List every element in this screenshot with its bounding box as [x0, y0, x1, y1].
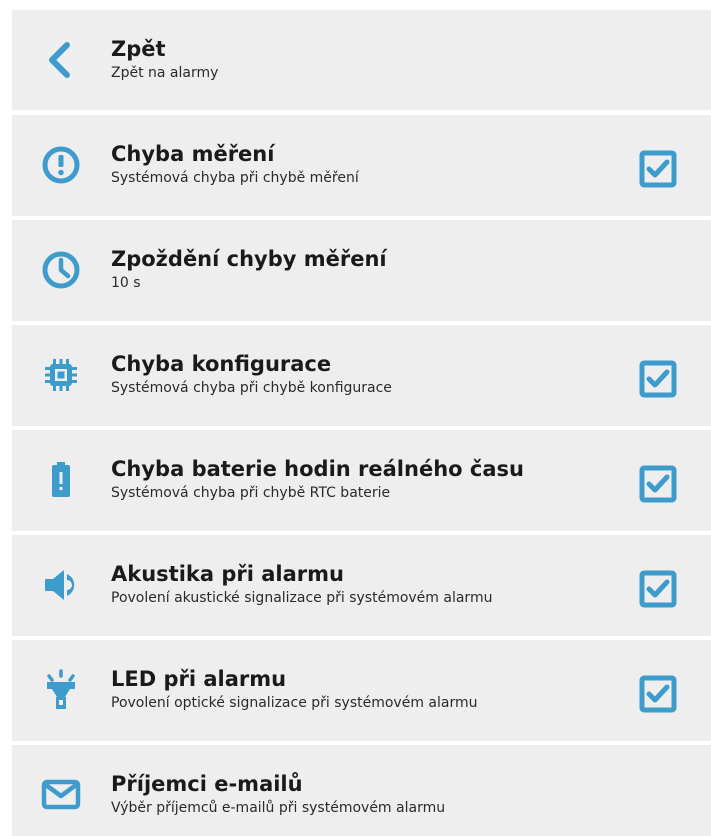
- checkbox-checked-icon: [639, 675, 677, 713]
- checkbox-checked-icon: [639, 570, 677, 608]
- row-title: Akustika při alarmu: [111, 562, 344, 586]
- led-light-icon: [38, 667, 84, 713]
- row-title: Chyba konfigurace: [111, 352, 332, 376]
- row-subtitle: Povolení akustické signalizace při systé…: [111, 590, 493, 606]
- envelope-icon: [38, 772, 84, 818]
- back-row[interactable]: Zpět Zpět na alarmy: [12, 10, 711, 110]
- speaker-icon: [38, 562, 84, 608]
- led-alarm-checkbox[interactable]: [639, 675, 677, 713]
- row-title: Zpoždění chyby měření: [111, 247, 387, 271]
- configuration-error-row[interactable]: Chyba konfigurace Systémová chyba při ch…: [12, 325, 711, 426]
- row-subtitle: Výběr příjemců e-mailů při systémovém al…: [111, 800, 446, 816]
- row-subtitle: Systémová chyba při chybě RTC baterie: [111, 485, 391, 501]
- alarm-settings-list: Zpět Zpět na alarmy Chyba měření Systémo…: [0, 0, 711, 836]
- exclamation-circle-icon: [38, 142, 84, 188]
- row-title: LED při alarmu: [111, 667, 287, 691]
- rtc-battery-error-row[interactable]: Chyba baterie hodin reálného času Systém…: [12, 430, 711, 531]
- rtc-battery-error-checkbox[interactable]: [639, 465, 677, 503]
- row-title: Příjemci e-mailů: [111, 772, 303, 796]
- row-subtitle: Povolení optické signalizace při systémo…: [111, 695, 478, 711]
- row-subtitle: Zpět na alarmy: [111, 65, 219, 81]
- row-subtitle: Systémová chyba při chybě konfigurace: [111, 380, 392, 396]
- chip-icon: [38, 352, 84, 398]
- clock-icon: [38, 247, 84, 293]
- checkbox-checked-icon: [639, 465, 677, 503]
- measurement-error-delay-row[interactable]: Zpoždění chyby měření 10 s: [12, 220, 711, 321]
- battery-alert-icon: [38, 457, 84, 503]
- row-subtitle: 10 s: [111, 275, 141, 291]
- row-title: Chyba měření: [111, 142, 275, 166]
- configuration-error-checkbox[interactable]: [639, 360, 677, 398]
- row-title: Zpět: [111, 37, 166, 61]
- checkbox-checked-icon: [639, 360, 677, 398]
- led-alarm-row[interactable]: LED při alarmu Povolení optické signaliz…: [12, 640, 711, 741]
- measurement-error-row[interactable]: Chyba měření Systémová chyba při chybě m…: [12, 115, 711, 216]
- row-title: Chyba baterie hodin reálného času: [111, 457, 524, 481]
- checkbox-checked-icon: [639, 150, 677, 188]
- chevron-left-icon: [38, 37, 84, 83]
- measurement-error-checkbox[interactable]: [639, 150, 677, 188]
- row-subtitle: Systémová chyba při chybě měření: [111, 170, 359, 186]
- acoustic-alarm-row[interactable]: Akustika při alarmu Povolení akustické s…: [12, 535, 711, 636]
- acoustic-alarm-checkbox[interactable]: [639, 570, 677, 608]
- email-recipients-row[interactable]: Příjemci e-mailů Výběr příjemců e-mailů …: [12, 745, 711, 836]
